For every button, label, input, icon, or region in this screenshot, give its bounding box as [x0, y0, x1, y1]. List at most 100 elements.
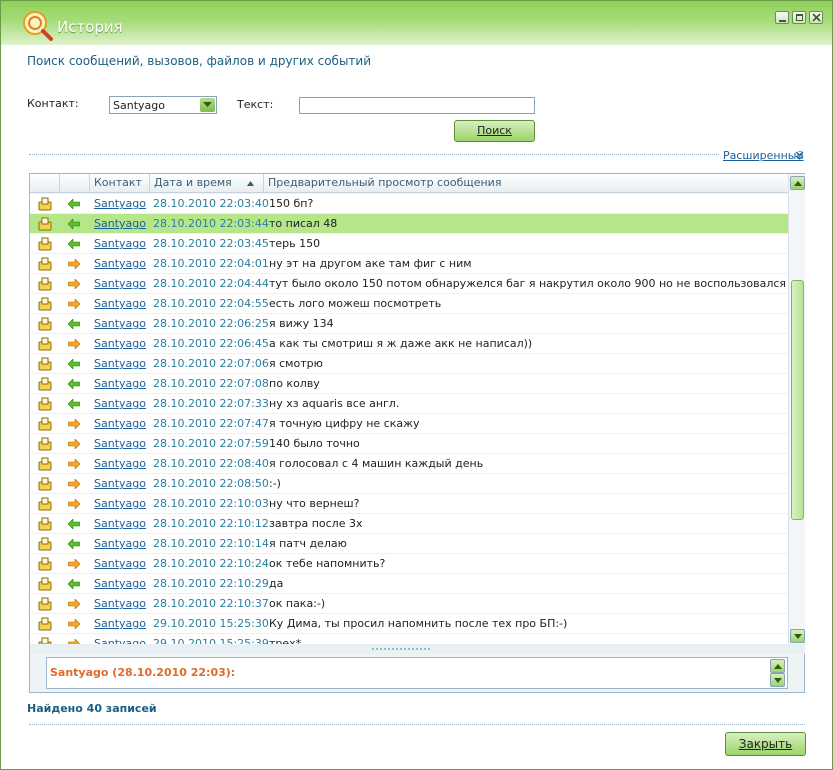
text-search-input[interactable]	[299, 97, 535, 114]
table-row[interactable]: Santyago 28.10.2010 22:04:55 есть лого мож…	[30, 294, 788, 314]
title-bar[interactable]: История	[1, 1, 832, 45]
row-direction-icon	[67, 218, 81, 232]
preview-scroll-down-button[interactable]	[770, 673, 785, 687]
outgoing-arrow-icon	[67, 418, 81, 430]
outgoing-arrow-icon	[67, 438, 81, 450]
maximize-button[interactable]	[792, 11, 806, 24]
row-contact-link[interactable]: Santyago	[94, 417, 146, 430]
scrollbar-thumb[interactable]	[791, 280, 804, 520]
search-button[interactable]: Поиск	[454, 120, 535, 142]
close-window-button[interactable]	[809, 11, 823, 24]
table-row[interactable]: Santyago 28.10.2010 22:07:06 я смотрю	[30, 354, 788, 374]
message-icon	[38, 317, 52, 331]
outgoing-arrow-icon	[67, 298, 81, 310]
row-contact-link[interactable]: Santyago	[94, 617, 146, 630]
message-icon	[38, 477, 52, 491]
minimize-button[interactable]	[775, 11, 789, 24]
row-contact-link[interactable]: Santyago	[94, 557, 146, 570]
row-contact-link[interactable]: Santyago	[94, 197, 146, 210]
message-icon	[38, 397, 52, 411]
row-contact-link[interactable]: Santyago	[94, 577, 146, 590]
scroll-down-button[interactable]	[790, 629, 805, 643]
table-row[interactable]: Santyago 29.10.2010 15:25:39 трех*	[30, 634, 788, 644]
row-datetime: 28.10.2010 22:04:55	[153, 297, 269, 310]
message-icon	[38, 377, 52, 391]
table-row[interactable]: Santyago 29.10.2010 15:25:30 Ку Дима, ты п…	[30, 614, 788, 634]
row-direction-icon	[67, 198, 81, 212]
row-type-icon	[38, 357, 52, 374]
row-message: завтра после 3х	[269, 517, 363, 530]
table-row[interactable]: Santyago 28.10.2010 22:10:03 ну что вернеш…	[30, 494, 788, 514]
close-button[interactable]: Закрыть	[725, 732, 806, 756]
row-contact-link[interactable]: Santyago	[94, 317, 146, 330]
table-row[interactable]: Santyago 28.10.2010 22:10:12 завтра после …	[30, 514, 788, 534]
column-direction[interactable]	[59, 174, 89, 193]
table-row[interactable]: Santyago 28.10.2010 22:03:44 то писал 48	[30, 214, 788, 234]
row-contact-link[interactable]: Santyago	[94, 637, 146, 644]
advanced-search-link[interactable]: Расширенный	[723, 149, 804, 162]
scroll-up-button[interactable]	[790, 176, 805, 190]
row-type-icon	[38, 277, 52, 294]
table-row[interactable]: Santyago 28.10.2010 22:06:25 я вижу 134	[30, 314, 788, 334]
row-message: а как ты смотриш я ж даже акк не написал…	[269, 337, 533, 350]
row-contact-link[interactable]: Santyago	[94, 297, 146, 310]
contact-combobox[interactable]: Santyago	[109, 96, 217, 114]
table-row[interactable]: Santyago 28.10.2010 22:07:33 ну хз aquaris…	[30, 394, 788, 414]
column-datetime[interactable]: Дата и время	[149, 174, 263, 193]
table-row[interactable]: Santyago 28.10.2010 22:04:44 тут было окол…	[30, 274, 788, 294]
row-contact-link[interactable]: Santyago	[94, 397, 146, 410]
table-row[interactable]: Santyago 28.10.2010 22:08:50:-)	[30, 474, 788, 494]
column-type[interactable]	[30, 174, 59, 193]
table-row[interactable]: Santyago 28.10.2010 22:03:45 терь 150	[30, 234, 788, 254]
incoming-arrow-icon	[67, 578, 81, 590]
table-row[interactable]: Santyago 28.10.2010 22:10:29 да	[30, 574, 788, 594]
row-message: я патч делаю	[269, 537, 347, 550]
table-row[interactable]: Santyago 28.10.2010 22:07:59 140 было точн…	[30, 434, 788, 454]
outgoing-arrow-icon	[67, 278, 81, 290]
message-icon	[38, 217, 52, 231]
maximize-icon	[796, 14, 803, 21]
preview-splitter[interactable]	[30, 644, 805, 654]
table-row[interactable]: Santyago 28.10.2010 22:10:14 я патч делаю	[30, 534, 788, 554]
table-row[interactable]: Santyago 28.10.2010 22:10:24 ок тебе напом…	[30, 554, 788, 574]
row-contact-link[interactable]: Santyago	[94, 277, 146, 290]
row-contact-link[interactable]: Santyago	[94, 217, 146, 230]
row-contact-link[interactable]: Santyago	[94, 237, 146, 250]
row-contact-link[interactable]: Santyago	[94, 377, 146, 390]
row-contact-link[interactable]: Santyago	[94, 477, 146, 490]
row-contact-link[interactable]: Santyago	[94, 457, 146, 470]
table-row[interactable]: Santyago 28.10.2010 22:03:40 150 бп?	[30, 194, 788, 214]
row-contact-link[interactable]: Santyago	[94, 437, 146, 450]
row-datetime: 28.10.2010 22:10:03	[153, 497, 269, 510]
row-contact-link[interactable]: Santyago	[94, 357, 146, 370]
minimize-icon	[779, 20, 786, 22]
row-contact-link[interactable]: Santyago	[94, 257, 146, 270]
table-row[interactable]: Santyago 28.10.2010 22:07:47 я точную цифр…	[30, 414, 788, 434]
table-row[interactable]: Santyago 28.10.2010 22:04:01 ну эт на друг…	[30, 254, 788, 274]
row-contact-link[interactable]: Santyago	[94, 497, 146, 510]
row-message: ок пака:-)	[269, 597, 326, 610]
table-row[interactable]: Santyago 28.10.2010 22:06:45 а как ты смот…	[30, 334, 788, 354]
row-direction-icon	[67, 578, 81, 592]
message-preview[interactable]: Santyago (28.10.2010 22:03):	[46, 657, 788, 689]
chevron-up-icon	[794, 181, 802, 186]
preview-scroll-up-button[interactable]	[770, 659, 785, 673]
row-contact-link[interactable]: Santyago	[94, 337, 146, 350]
sort-asc-icon	[247, 181, 254, 186]
row-message: Ку Дима, ты просил напомнить после тех п…	[269, 617, 568, 630]
chevron-down-icon	[203, 102, 212, 107]
column-contact[interactable]: Контакт	[89, 174, 149, 193]
column-preview[interactable]: Предварительный просмотр сообщения	[263, 174, 788, 193]
row-contact-link[interactable]: Santyago	[94, 597, 146, 610]
row-contact-link[interactable]: Santyago	[94, 517, 146, 530]
table-row[interactable]: Santyago 28.10.2010 22:10:37 ок пака:-)	[30, 594, 788, 614]
contact-dropdown-button[interactable]	[200, 98, 215, 112]
row-contact-link[interactable]: Santyago	[94, 537, 146, 550]
table-row[interactable]: Santyago 28.10.2010 22:07:08 по колву	[30, 374, 788, 394]
message-icon	[38, 437, 52, 451]
row-type-icon	[38, 297, 52, 314]
row-direction-icon	[67, 398, 81, 412]
table-row[interactable]: Santyago 28.10.2010 22:08:40 я голосовал с…	[30, 454, 788, 474]
message-icon	[38, 537, 52, 551]
grid-scrollbar[interactable]	[788, 174, 805, 644]
